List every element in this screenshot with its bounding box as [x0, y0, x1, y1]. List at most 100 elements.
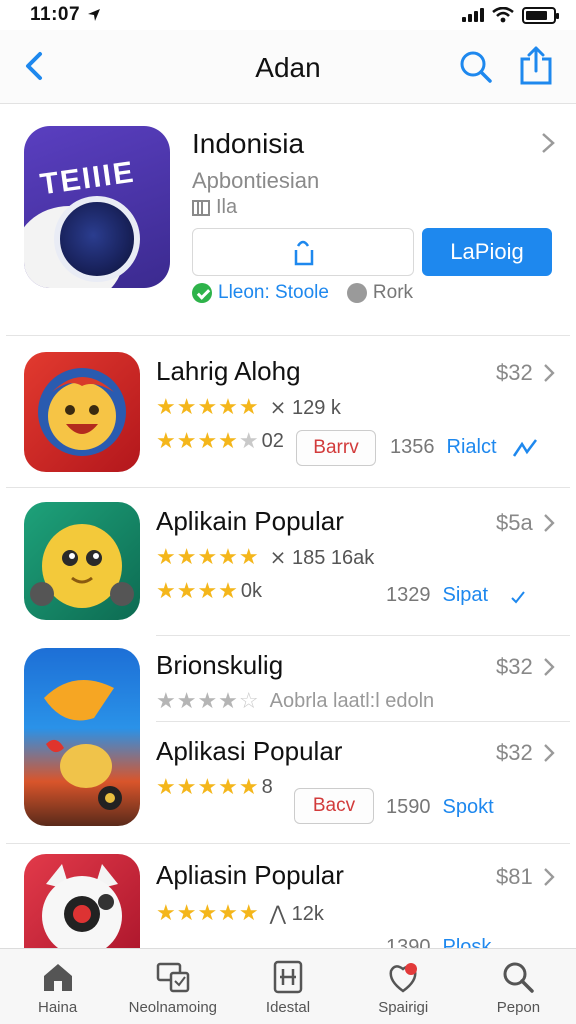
list-item[interactable]: Lahrig Alohg $32 ★★★★★ ⨯ 129 k ★★★★★ 02 … — [6, 336, 570, 488]
featured-badges: Lleon: Stoole Rork — [192, 282, 413, 304]
grid-icon — [192, 199, 210, 216]
app-icon[interactable] — [24, 854, 140, 948]
rating-row: ★★★★★ 8 — [156, 774, 273, 800]
rating-row: ★★★★☆ Aobrla laatl:l edoln — [156, 688, 434, 714]
tab-search-label: Pepon — [496, 999, 541, 1016]
app-title: Aplikasi Popular — [156, 736, 343, 766]
rating-count: ⋀ 12k — [269, 902, 324, 925]
app-price: $81 — [496, 864, 533, 889]
secondary-badge: Rork — [346, 282, 414, 304]
trend-icon — [512, 439, 537, 457]
share-icon[interactable] — [518, 45, 554, 85]
app-title: Aplikain Popular — [156, 506, 344, 536]
rating-row-secondary: ★★★★ 0k — [156, 578, 262, 604]
app-price: $32 — [496, 360, 533, 385]
rank-info: 1590 Spokt — [386, 796, 494, 819]
list-item[interactable]: Aplikasi Popular $32 ★★★★★ 8 Bacv 1590 Sp… — [6, 722, 570, 844]
rating-row-secondary: ★★★★★ 02 — [156, 428, 284, 454]
star-rating-icon: ★★★★★ — [156, 544, 260, 569]
cartoon-face-icon — [38, 368, 126, 456]
chevron-right-icon[interactable] — [542, 362, 556, 384]
home-icon — [43, 964, 72, 991]
app-icon[interactable] — [24, 352, 140, 472]
app-price: $5a — [496, 510, 533, 535]
rank-number: 1390 — [386, 936, 431, 948]
featured-app-subtitle: Apbontiesian — [192, 168, 320, 193]
check-circle-icon — [192, 283, 212, 303]
star-rating-icon: ★★★★★ — [156, 394, 260, 419]
chevron-right-icon[interactable] — [542, 866, 556, 888]
chevron-right-icon[interactable] — [542, 742, 556, 764]
get-button[interactable]: Bacv — [294, 788, 374, 824]
list-item[interactable]: Apliasin Popular $81 ★★★★★ ⋀ 12k 1390 Plo… — [6, 844, 570, 948]
secondary-badge-label: Rork — [372, 282, 414, 303]
rating-row: ★★★★★ ⋀ 12k — [156, 900, 324, 926]
rating-row: ★★★★★ ⨯ 185 16ak — [156, 544, 374, 570]
search-icon[interactable] — [458, 49, 494, 85]
rating-count: ⨯ 185 16ak — [269, 546, 375, 569]
star-rating-icon: ★★★★ — [156, 578, 239, 603]
get-button[interactable]: Barrv — [296, 430, 376, 466]
search-icon — [503, 962, 535, 993]
get-button[interactable]: LaPioig — [422, 228, 552, 276]
rank-info: 1356 Rialct — [390, 436, 497, 459]
rank-link[interactable]: Sipat — [443, 584, 489, 606]
chevron-right-icon[interactable] — [542, 512, 556, 534]
app-price: $32 — [496, 654, 533, 679]
rating-row: ★★★★★ ⨯ 129 k — [156, 394, 341, 420]
featured-app-icon[interactable]: TEIIIE — [24, 126, 170, 288]
wifi-icon — [492, 7, 514, 23]
tab-search[interactable]: Pepon — [461, 949, 576, 1024]
app-title: Apliasin Popular — [156, 860, 344, 890]
cloud-download-icon — [294, 240, 314, 266]
star-rating-icon: ★★★★★ — [156, 428, 260, 453]
tab-home-label: Haina — [38, 999, 78, 1016]
nav-bar: Adan — [0, 30, 576, 104]
tab-apps-label: Neolnamoing — [128, 999, 217, 1016]
list-item[interactable]: Aplikain Popular $5a ★★★★★ ⨯ 185 16ak ★★… — [6, 488, 570, 636]
tab-updates[interactable]: Spairigi — [346, 949, 461, 1024]
app-title: Brionskulig — [156, 650, 284, 680]
tab-games[interactable]: Idestal — [230, 949, 345, 1024]
rating-extra: 02 — [261, 429, 284, 452]
signal-icon — [462, 8, 484, 22]
chevron-right-icon[interactable] — [542, 656, 556, 678]
star-rating-icon: ★★★★★ — [156, 900, 260, 925]
star-rating-icon: ★★★★☆ — [156, 688, 260, 713]
lock-circle-icon — [346, 283, 367, 303]
games-icon — [273, 960, 303, 994]
tab-home[interactable]: Haina — [0, 949, 115, 1024]
app-title: Lahrig Alohg — [156, 356, 301, 386]
cat-character-icon — [42, 864, 122, 948]
list-item[interactable]: Brionskulig $32 ★★★★☆ Aobrla laatl:l edo… — [6, 636, 570, 826]
status-bar: 11:07 — [0, 0, 576, 30]
rank-info: 1390 Plosk — [386, 936, 491, 948]
chevron-right-icon[interactable] — [538, 130, 558, 156]
featured-app-title: Indonisia — [192, 128, 305, 159]
status-indicators — [462, 6, 559, 24]
download-button[interactable] — [192, 228, 414, 276]
location-icon — [88, 9, 101, 21]
rating-extra: 0k — [240, 579, 263, 602]
apps-icon — [156, 962, 190, 993]
rank-number: 1329 — [386, 584, 431, 606]
rating-extra: 8 — [261, 775, 273, 798]
tab-apps[interactable]: Neolnamoing — [115, 949, 230, 1024]
rank-link[interactable]: Rialct — [447, 436, 497, 458]
verified-badge-label: Lleon: Stoole — [218, 282, 329, 303]
check-icon — [511, 591, 525, 604]
app-icon[interactable] — [24, 502, 140, 620]
rank-link[interactable]: Spokt — [443, 796, 494, 818]
rank-link[interactable]: Plosk — [443, 936, 492, 948]
rating-count-value: 185 16ak — [291, 546, 375, 569]
updates-icon — [389, 963, 418, 993]
battery-icon — [522, 6, 559, 24]
featured-app-card[interactable]: TEIIIE Indonisia Apbontiesian Ila LaPioi… — [6, 104, 570, 336]
status-time: 11:07 — [30, 4, 102, 26]
rank-number: 1356 — [390, 436, 435, 458]
tab-games-label: Idestal — [265, 999, 311, 1016]
rank-info: 1329 Sipat — [386, 584, 488, 607]
rating-count-value: 129 k — [291, 396, 341, 419]
app-price: $32 — [496, 740, 533, 765]
featured-app-meta: Ila — [192, 196, 237, 219]
